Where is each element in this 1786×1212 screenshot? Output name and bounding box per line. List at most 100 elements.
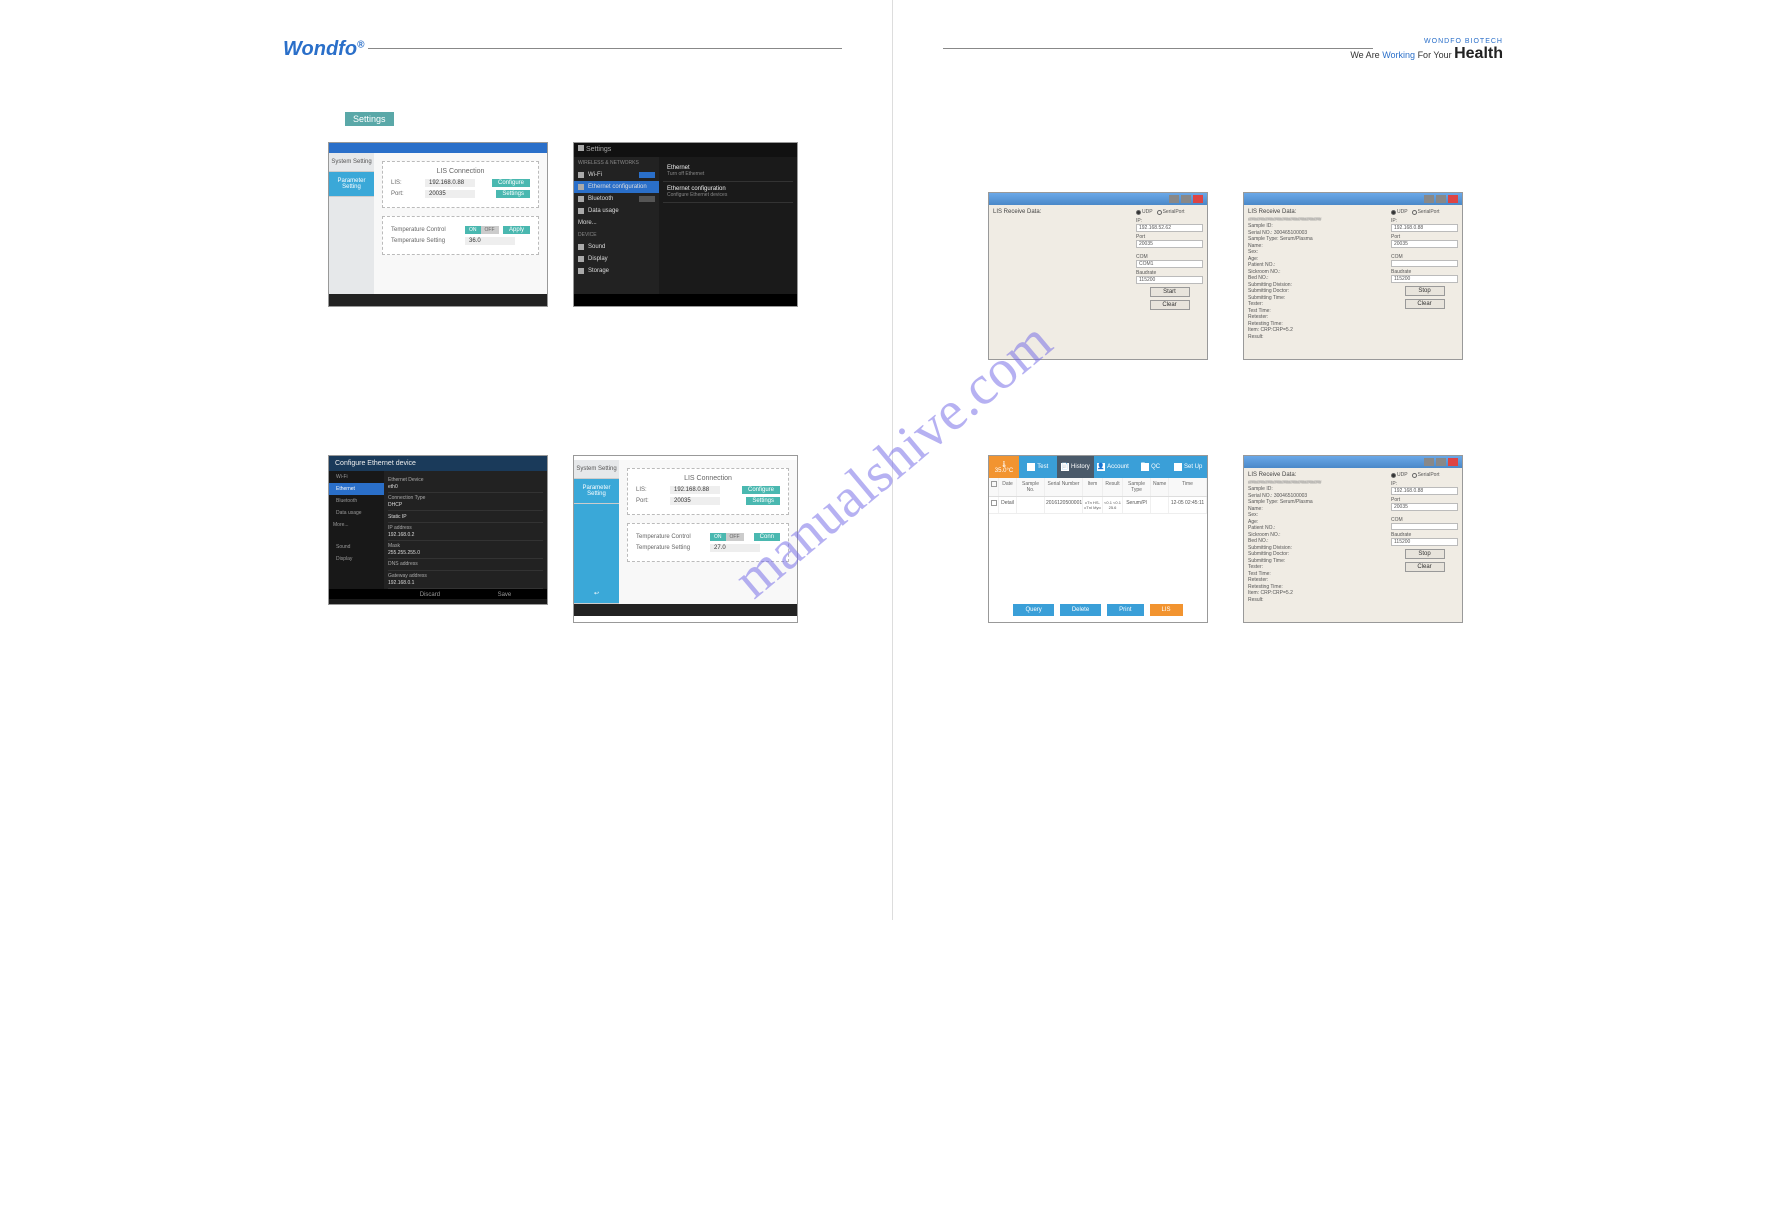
ip-input[interactable]: 192.168.0.88	[1391, 224, 1458, 232]
eth-device-field[interactable]: eth0	[388, 484, 543, 490]
udp-radio[interactable]: UDP	[1136, 209, 1153, 215]
setup-tab[interactable]: ⚙Set Up	[1169, 456, 1207, 478]
baud-select[interactable]: 115200	[1391, 275, 1458, 283]
ethernet-side-item[interactable]: Ethernet	[329, 483, 384, 495]
system-setting-tab[interactable]: System Setting	[574, 460, 619, 479]
temp-control-toggle[interactable]: ONOFF	[465, 226, 499, 234]
data-side-item[interactable]: Data usage	[329, 507, 384, 519]
query-button[interactable]: Query	[1013, 604, 1053, 616]
test-tab[interactable]: ▶Test	[1019, 456, 1057, 478]
data-usage-item[interactable]: Data usage	[574, 205, 659, 217]
configure-button[interactable]: Configure	[742, 486, 780, 494]
wondfo-logo: Wondfo®	[283, 38, 364, 61]
port-input[interactable]: 20035	[1391, 240, 1458, 248]
maximize-icon[interactable]	[1181, 195, 1191, 203]
display-item[interactable]: Display	[574, 253, 659, 265]
ip-input[interactable]: 192.168.52.62	[1136, 224, 1203, 232]
port-input[interactable]: 20035	[1136, 240, 1203, 248]
ethernet-toggle-item[interactable]: Ethernet Turn off Ethernet	[663, 161, 793, 182]
ethernet-configure-item[interactable]: Ethernet configuration Configure Etherne…	[663, 182, 793, 203]
clear-button[interactable]: Clear	[1405, 562, 1445, 572]
ip-address-field[interactable]: 192.168.0.2	[388, 532, 543, 538]
baud-select[interactable]: 115200	[1136, 276, 1203, 284]
bluetooth-item[interactable]: Bluetooth	[574, 193, 659, 205]
device-section: DEVICE	[574, 229, 659, 241]
apply-button[interactable]: Apply	[503, 226, 530, 234]
delete-button[interactable]: Delete	[1060, 604, 1101, 616]
temp-setting-field[interactable]: 27.0	[710, 544, 760, 552]
wifi-switch[interactable]	[639, 172, 655, 178]
screenshot-ethernet-config: Configure Ethernet device Wi-Fi Ethernet…	[328, 455, 548, 605]
bluetooth-icon	[578, 196, 584, 202]
start-button[interactable]: Start	[1150, 287, 1190, 297]
baud-select[interactable]: 115200	[1391, 538, 1458, 546]
stop-button[interactable]: Stop	[1405, 549, 1445, 559]
parameter-setting-tab[interactable]: Parameter Setting	[574, 479, 619, 504]
maximize-icon[interactable]	[1436, 458, 1446, 466]
display-side-item[interactable]: Display	[329, 553, 384, 565]
com-select[interactable]: COM1	[1136, 260, 1203, 268]
settings-button[interactable]: Settings	[496, 190, 530, 198]
conn-button[interactable]: Conn	[754, 533, 780, 541]
lis-ip-field[interactable]: 192.168.0.88	[425, 179, 475, 187]
parameter-setting-tab[interactable]: Parameter Setting	[329, 172, 374, 197]
close-icon[interactable]	[1193, 195, 1203, 203]
minimize-icon[interactable]	[1424, 195, 1434, 203]
settings-button[interactable]: Settings	[746, 497, 780, 505]
minimize-icon[interactable]	[1169, 195, 1179, 203]
close-icon[interactable]	[1448, 195, 1458, 203]
maximize-icon[interactable]	[1436, 195, 1446, 203]
configure-button[interactable]: Configure	[492, 179, 530, 187]
sound-item[interactable]: Sound	[574, 241, 659, 253]
history-tab[interactable]: 📄History	[1057, 456, 1095, 478]
ethernet-config-item[interactable]: Ethernet configuration	[574, 181, 659, 193]
sound-side-item[interactable]: Sound	[329, 541, 384, 553]
serial-radio[interactable]: SerialPort	[1157, 209, 1185, 215]
qc-tab[interactable]: TQC	[1132, 456, 1170, 478]
more-side-item[interactable]: More...	[329, 519, 384, 531]
temp-control-toggle[interactable]: ONOFF	[710, 533, 744, 541]
table-row[interactable]: Detail 20161205000011 cTn HS-cTnI Myo <0…	[989, 497, 1207, 514]
com-select[interactable]	[1391, 260, 1458, 267]
bluetooth-side-item[interactable]: Bluetooth	[329, 495, 384, 507]
select-all-checkbox[interactable]	[991, 481, 997, 487]
conn-type-field[interactable]: DHCP	[388, 502, 543, 508]
static-ip-option[interactable]: Static IP	[388, 514, 543, 520]
serial-radio[interactable]: SerialPort	[1412, 209, 1440, 215]
storage-item[interactable]: Storage	[574, 265, 659, 277]
discard-button[interactable]: Discard	[420, 592, 440, 598]
row-checkbox[interactable]	[991, 500, 997, 506]
save-button[interactable]: Save	[498, 592, 512, 598]
gateway-field[interactable]: 192.168.0.1	[388, 580, 543, 586]
temp-setting-field[interactable]: 36.0	[465, 237, 515, 245]
udp-radio[interactable]: UDP	[1391, 209, 1408, 215]
ip-input[interactable]: 192.168.0.88	[1391, 487, 1458, 495]
serial-radio[interactable]: SerialPort	[1412, 472, 1440, 478]
page-left: Wondfo® Settings System Setting Paramete…	[233, 0, 893, 920]
bluetooth-switch[interactable]	[639, 196, 655, 202]
port-input[interactable]: 20035	[1391, 503, 1458, 511]
system-setting-tab[interactable]: System Setting	[329, 153, 374, 172]
back-button[interactable]: ↩	[574, 584, 619, 604]
print-button[interactable]: Print	[1107, 604, 1143, 616]
lis-ip-field[interactable]: 192.168.0.88	[670, 486, 720, 494]
account-tab[interactable]: 👤Account	[1094, 456, 1132, 478]
lis-receive-title: LIS Receive Data:	[1248, 209, 1383, 215]
clear-button[interactable]: Clear	[1150, 300, 1190, 310]
close-icon[interactable]	[1448, 458, 1458, 466]
lis-receive-title: LIS Receive Data:	[1248, 472, 1383, 478]
com-select[interactable]	[1391, 523, 1458, 530]
port-field[interactable]: 20035	[425, 190, 475, 198]
lis-button[interactable]: LIS	[1150, 604, 1183, 616]
udp-radio[interactable]: UDP	[1391, 472, 1408, 478]
port-field[interactable]: 20035	[670, 497, 720, 505]
clear-button[interactable]: Clear	[1405, 299, 1445, 309]
mask-field[interactable]: 255.255.255.0	[388, 550, 543, 556]
data-icon	[578, 208, 584, 214]
history-icon: 📄	[1061, 463, 1069, 471]
wifi-item[interactable]: Wi-Fi	[574, 169, 659, 181]
more-item[interactable]: More...	[574, 217, 659, 229]
stop-button[interactable]: Stop	[1405, 286, 1445, 296]
wifi-side-item[interactable]: Wi-Fi	[329, 471, 384, 483]
minimize-icon[interactable]	[1424, 458, 1434, 466]
